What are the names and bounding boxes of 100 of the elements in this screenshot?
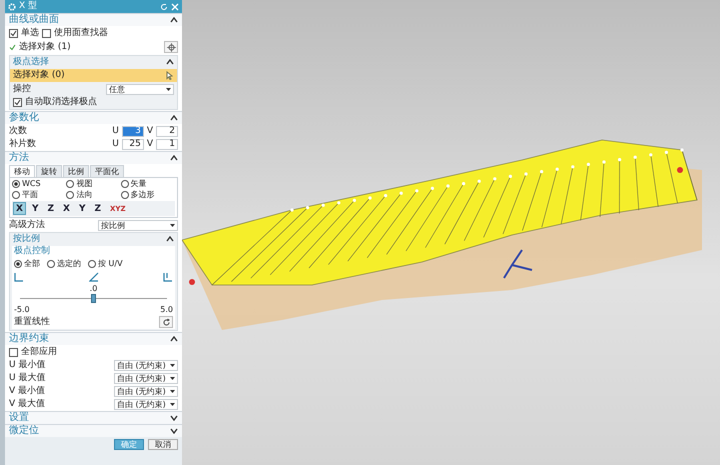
checkbox-label: 全部应用 (21, 346, 57, 358)
section-header[interactable]: 方法 (5, 151, 182, 164)
radio-option[interactable]: 法向 (66, 190, 121, 200)
slider-max: 5.0 (160, 304, 173, 314)
radio-option[interactable]: 多边形 (120, 190, 175, 200)
caret-icon (166, 88, 171, 90)
reset-button[interactable] (159, 316, 173, 328)
select-object-label: 选择对象 (1) (19, 42, 71, 52)
boundary-label: V 最大值 (9, 398, 46, 410)
checkbox[interactable] (42, 28, 51, 38)
u-label: U (112, 138, 119, 150)
manipulate-dropdown[interactable]: 任意 (106, 84, 174, 94)
radio-option[interactable]: 按 U/V (88, 259, 123, 269)
caret-icon (170, 376, 175, 380)
tab[interactable]: 移动 (9, 165, 35, 177)
v-label: V (146, 138, 153, 150)
radio-button[interactable] (12, 180, 20, 188)
checkbox[interactable] (13, 98, 22, 106)
section-header[interactable]: 参数化 (5, 111, 182, 124)
axis-button[interactable]: X (60, 202, 73, 215)
curve-shape-icon[interactable] (14, 272, 24, 282)
manipulate-label: 操控 (13, 84, 31, 94)
radio-option[interactable]: 平面 (12, 190, 66, 200)
pointer-icon (165, 71, 174, 80)
reset-label: 重置线性 (14, 316, 50, 328)
constraint-dropdown[interactable]: 自由 (无约束) (114, 360, 178, 370)
window-title: X 型 (19, 1, 38, 12)
checkbox-label: 单选 (21, 28, 39, 38)
section-header[interactable]: 微定位 (5, 424, 182, 437)
radio-option[interactable]: 选定的 (47, 259, 81, 269)
axis-button[interactable]: X (13, 202, 26, 215)
cancel-button[interactable]: 取消 (148, 439, 178, 450)
radio-button[interactable] (66, 180, 74, 188)
v-spinner[interactable]: 1 (156, 138, 178, 150)
boundary-label: U 最小值 (9, 360, 46, 370)
collapse-icon[interactable] (166, 59, 174, 65)
radio-button[interactable] (14, 260, 22, 268)
radio-option[interactable]: 全部 (14, 259, 40, 269)
v-spinner[interactable]: 2 (156, 126, 178, 136)
radio-button[interactable] (120, 191, 129, 199)
group-header[interactable]: 按比例 (10, 233, 177, 245)
checkbox[interactable] (9, 348, 18, 356)
caret-icon (170, 364, 175, 366)
radio-button[interactable] (66, 191, 74, 199)
constraint-dropdown[interactable]: 自由 (无约束) (114, 398, 178, 410)
gear-icon (8, 2, 16, 10)
axis-button[interactable]: Y (28, 202, 42, 215)
radio-button[interactable] (47, 260, 55, 268)
checkbox[interactable] (9, 28, 18, 38)
checkbox-label: 自动取消选择极点 (25, 96, 97, 108)
collapse-icon[interactable] (170, 115, 178, 121)
advanced-method-label: 高级方法 (9, 220, 45, 230)
collapse-icon[interactable] (170, 17, 178, 23)
pole-control-label: 极点控制 (14, 246, 51, 257)
constraint-dropdown[interactable]: 自由 (无约束) (114, 372, 178, 384)
crosshair-button[interactable] (164, 41, 178, 53)
curve-shape-icon[interactable] (163, 272, 173, 282)
group-header[interactable]: 极点选择 (10, 56, 177, 68)
section-header[interactable]: 设置 (5, 411, 182, 424)
boundary-label: U 最大值 (9, 372, 46, 384)
caret-icon (170, 224, 175, 226)
parameter-label: 次数 (9, 126, 28, 136)
caret-icon (170, 402, 175, 406)
curve-shape-icon[interactable] (88, 272, 98, 282)
radio-option[interactable]: 视图 (66, 179, 121, 189)
parameter-label: 补片数 (9, 138, 37, 150)
u-label: U (112, 126, 119, 136)
axis-button[interactable]: Z (44, 202, 58, 215)
boundary-label: V 最小值 (9, 386, 46, 396)
slider-value: .0 (88, 284, 98, 293)
u-spinner[interactable]: 3 (122, 126, 144, 136)
collapse-icon[interactable] (170, 336, 178, 342)
axis-button[interactable]: Z (92, 202, 104, 215)
select-object-row[interactable]: 选择对象 (0) (10, 69, 177, 82)
advanced-method-dropdown[interactable]: 按比例 (98, 220, 178, 230)
slider-thumb[interactable] (91, 294, 96, 303)
radio-button[interactable] (12, 191, 20, 199)
section-header[interactable]: 曲线或曲面 (5, 13, 182, 26)
u-spinner[interactable]: 25 (122, 138, 144, 150)
reset-icon (162, 318, 170, 326)
checkbox-label: 使用面查找器 (54, 28, 108, 38)
caret-icon (170, 390, 175, 392)
slider-min: -5.0 (14, 304, 30, 314)
radio-button[interactable] (120, 180, 129, 188)
crosshair-icon (166, 42, 176, 52)
radio-option[interactable]: WCS (12, 179, 66, 189)
section-header[interactable]: 边界约束 (5, 332, 182, 345)
radio-option[interactable]: 矢量 (120, 179, 175, 189)
checkmark-icon (9, 44, 16, 50)
close-icon[interactable] (171, 2, 179, 10)
axis-button[interactable]: Y (76, 202, 88, 215)
tab[interactable]: 旋转 (36, 165, 62, 177)
tab[interactable]: 平面化 (90, 165, 124, 177)
collapse-icon[interactable] (166, 236, 174, 242)
tab[interactable]: 比例 (63, 165, 89, 177)
constraint-dropdown[interactable]: 自由 (无约束) (114, 386, 178, 396)
collapse-icon[interactable] (170, 155, 178, 161)
v-label: V (146, 126, 153, 136)
radio-button[interactable] (88, 260, 96, 268)
reset-icon[interactable] (160, 2, 168, 10)
